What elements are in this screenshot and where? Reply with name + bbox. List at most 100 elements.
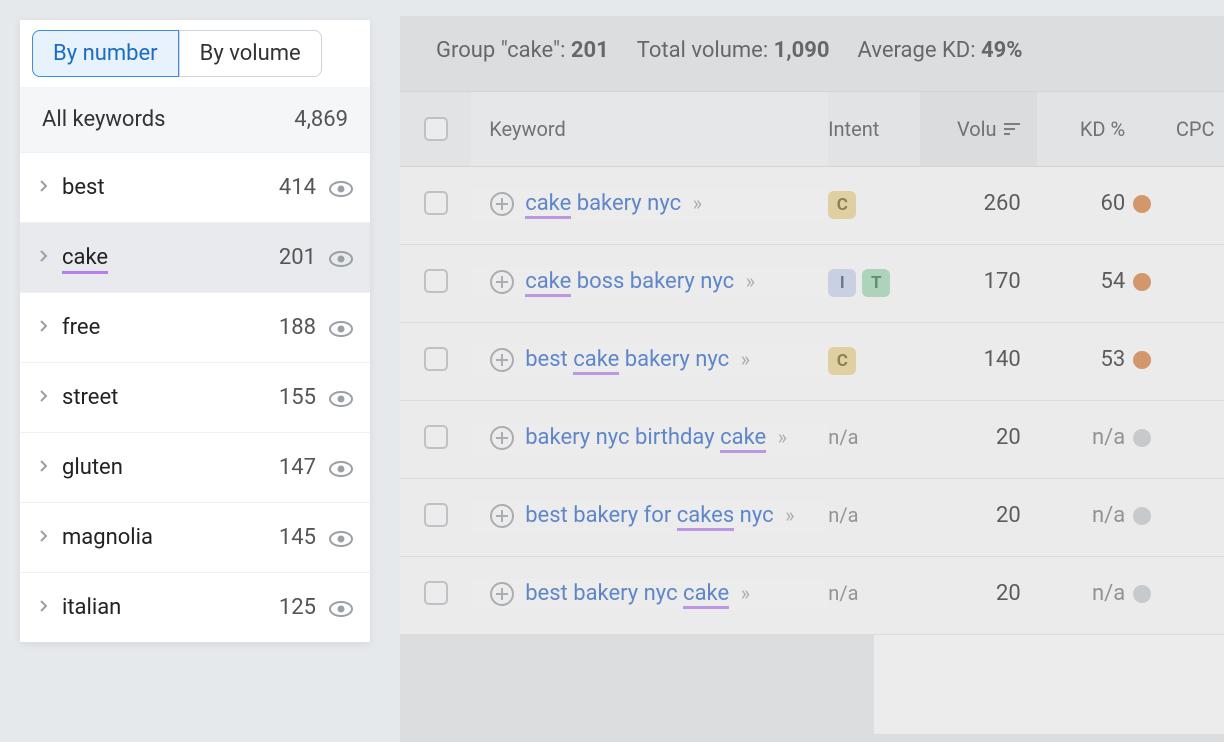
table-row: best bakery for cakes nyc »n/a20n/a: [400, 479, 1224, 557]
sidebar-item-magnolia[interactable]: magnolia145: [20, 502, 370, 572]
sidebar-item-italian[interactable]: italian125: [20, 572, 370, 642]
select-all-checkbox[interactable]: [424, 117, 448, 141]
cell-intent: C: [828, 345, 920, 375]
chevrons-right-icon: »: [746, 269, 755, 293]
add-keyword-icon[interactable]: [489, 269, 515, 295]
chevron-right-icon: [38, 177, 62, 198]
sidebar-item-count: 145: [279, 525, 316, 550]
kd-difficulty-dot: [1133, 195, 1151, 213]
all-keywords-label: All keywords: [42, 107, 165, 132]
keyword-link[interactable]: best cake bakery nyc »: [525, 345, 750, 376]
header-intent[interactable]: Intent: [828, 117, 920, 141]
header-checkbox-cell: [400, 117, 471, 141]
cell-kd: n/a: [1037, 579, 1134, 606]
tab-by-number[interactable]: By number: [32, 30, 179, 77]
eye-icon[interactable]: [328, 599, 352, 617]
sidebar-item-label: gluten: [62, 455, 279, 480]
sidebar-item-count: 125: [279, 595, 316, 620]
sidebar-item-label: magnolia: [62, 525, 279, 550]
eye-icon[interactable]: [328, 529, 352, 547]
table-row: best bakery nyc cake »n/a20n/a: [400, 557, 1224, 635]
header-volume[interactable]: Volu: [920, 92, 1036, 166]
cell-kd-dot: [1133, 345, 1166, 369]
keyword-link[interactable]: cake boss bakery nyc »: [525, 267, 755, 298]
stat-group-label: Group "cake":: [436, 38, 571, 63]
cell-intent: IT: [828, 267, 920, 297]
header-stats: Group "cake": 201 Total volume: 1,090 Av…: [400, 16, 1224, 91]
stat-group: Group "cake": 201: [436, 38, 609, 63]
add-keyword-icon[interactable]: [489, 425, 515, 451]
sidebar-item-best[interactable]: best414: [20, 152, 370, 222]
cell-kd: 53: [1037, 345, 1134, 372]
kd-difficulty-dot: [1133, 507, 1151, 525]
table-header: Keyword Intent Volu KD % CPC: [400, 91, 1224, 167]
intent-badge-t: T: [862, 269, 890, 297]
chevron-right-icon: [38, 247, 62, 268]
row-checkbox[interactable]: [424, 347, 448, 371]
add-keyword-icon[interactable]: [489, 503, 515, 529]
cell-volume: 260: [921, 189, 1037, 216]
sidebar-item-count: 201: [279, 245, 316, 270]
main-panel: Group "cake": 201 Total volume: 1,090 Av…: [400, 16, 1224, 742]
stat-kd: Average KD: 49%: [858, 38, 1023, 63]
cell-kd: n/a: [1037, 501, 1134, 528]
header-volume-label: Volu: [957, 117, 997, 141]
sidebar-item-label: free: [62, 315, 279, 340]
table-row: best cake bakery nyc » C 14053: [400, 323, 1224, 401]
keyword-link[interactable]: bakery nyc birthday cake »: [525, 423, 787, 454]
row-checkbox[interactable]: [424, 269, 448, 293]
kd-difficulty-dot: [1133, 585, 1151, 603]
chevrons-right-icon: »: [741, 347, 750, 371]
add-keyword-icon[interactable]: [489, 347, 515, 373]
row-checkbox[interactable]: [424, 425, 448, 449]
chevron-right-icon: [38, 387, 62, 408]
eye-icon[interactable]: [328, 319, 352, 337]
eye-icon[interactable]: [328, 459, 352, 477]
eye-icon[interactable]: [328, 179, 352, 197]
sidebar: By number By volume All keywords 4,869 b…: [20, 20, 370, 642]
intent-badge-c: C: [828, 347, 856, 375]
chevrons-right-icon: »: [741, 581, 750, 605]
cell-volume: 140: [921, 345, 1037, 372]
all-keywords-row[interactable]: All keywords 4,869: [20, 87, 370, 152]
header-keyword[interactable]: Keyword: [471, 92, 828, 166]
add-keyword-icon[interactable]: [489, 581, 515, 607]
intent-na: n/a: [828, 581, 858, 605]
keyword-link[interactable]: cake bakery nyc »: [525, 189, 702, 220]
eye-icon[interactable]: [328, 389, 352, 407]
cell-volume: 20: [921, 501, 1037, 528]
intent-na: n/a: [828, 425, 858, 449]
eye-icon[interactable]: [328, 249, 352, 267]
header-cpc[interactable]: CPC: [1166, 117, 1224, 141]
row-checkbox[interactable]: [424, 191, 448, 215]
sort-tabs: By number By volume: [20, 20, 370, 87]
cell-volume: 20: [921, 579, 1037, 606]
cell-kd-dot: [1133, 579, 1166, 603]
sidebar-item-free[interactable]: free188: [20, 292, 370, 362]
sidebar-item-label: cake: [62, 245, 279, 270]
sidebar-item-label: best: [62, 175, 279, 200]
keyword-link[interactable]: best bakery for cakes nyc »: [525, 501, 794, 532]
cell-intent: C: [828, 189, 920, 219]
row-checkbox[interactable]: [424, 581, 448, 605]
sidebar-item-street[interactable]: street155: [20, 362, 370, 432]
stat-volume-value: 1,090: [774, 38, 830, 63]
tab-by-volume[interactable]: By volume: [179, 30, 322, 77]
sidebar-item-cake[interactable]: cake201: [20, 222, 370, 292]
cell-intent: n/a: [828, 579, 920, 605]
stat-volume-label: Total volume:: [637, 38, 774, 63]
add-keyword-icon[interactable]: [489, 191, 515, 217]
cell-kd-dot: [1133, 423, 1166, 447]
intent-na: n/a: [828, 503, 858, 527]
header-kd[interactable]: KD %: [1037, 117, 1134, 141]
sidebar-item-count: 147: [279, 455, 316, 480]
sidebar-item-count: 188: [279, 315, 316, 340]
table-row: cake boss bakery nyc »IT17054: [400, 245, 1224, 323]
sidebar-item-count: 155: [279, 385, 316, 410]
sidebar-item-gluten[interactable]: gluten147: [20, 432, 370, 502]
row-checkbox[interactable]: [424, 503, 448, 527]
keyword-link[interactable]: best bakery nyc cake »: [525, 579, 750, 610]
stat-group-value: 201: [571, 38, 609, 63]
stat-kd-value: 49%: [981, 38, 1023, 63]
chevrons-right-icon: »: [785, 503, 794, 527]
